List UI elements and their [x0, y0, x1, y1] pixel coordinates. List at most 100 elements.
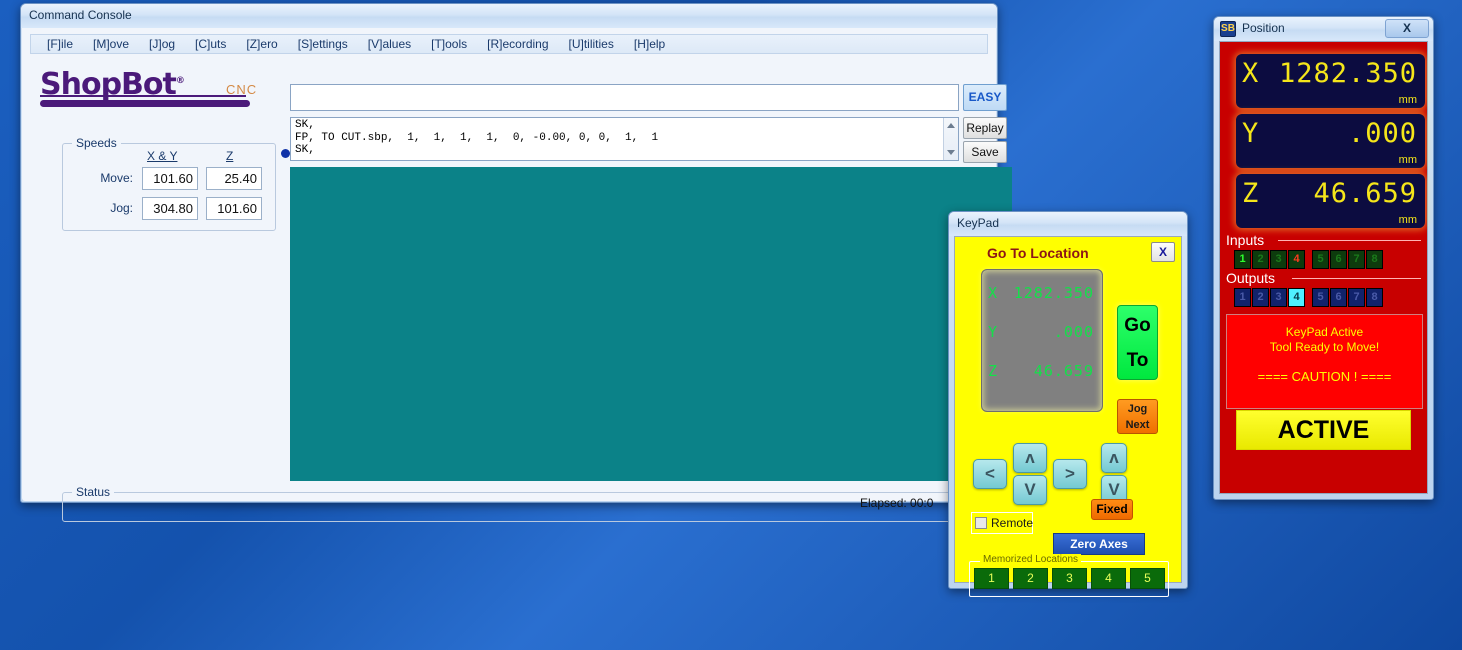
menu-item-settings[interactable]: [S]ettings	[288, 35, 358, 51]
command-console-window[interactable]: Command Console [F]ile [M]ove [J]og [C]uts[…	[20, 3, 1012, 522]
outputs-label: Outputs	[1226, 270, 1276, 286]
app-icon: SB	[1220, 21, 1236, 37]
lcd-value-y: .000	[1053, 323, 1094, 341]
dro-x-text: X 1282.350	[1242, 58, 1417, 92]
position-title: Position	[1242, 21, 1285, 35]
jog-right-button[interactable]: >	[1053, 459, 1087, 489]
input-cell-7: 7	[1348, 250, 1365, 269]
keypad-window[interactable]: KeyPad Go To Location X X 1282.350 Y .00…	[948, 211, 1188, 597]
record-indicator-icon	[281, 149, 290, 158]
menu-item-cuts[interactable]: [C]uts	[185, 35, 236, 51]
outputs-divider	[1292, 278, 1421, 279]
jog-next-button[interactable]: Jog Next	[1117, 399, 1158, 434]
menu-item-utilities[interactable]: [U]tilities	[559, 35, 624, 51]
keypad-body: Go To Location X X 1282.350 Y .000 Z 46.…	[954, 236, 1182, 597]
memorized-locations-group: Memorized Locations 1 2 3 4 5	[969, 554, 1169, 597]
menu-bar[interactable]: [F]ile [M]ove [J]og [C]uts [Z]ero [S]ettings[…	[30, 34, 988, 54]
logo-cnc-label: CNC	[226, 82, 258, 97]
save-button[interactable]: Save	[963, 141, 1007, 163]
jog-down-button[interactable]: V	[1013, 475, 1047, 505]
keypad-titlebar[interactable]: KeyPad	[949, 212, 1187, 236]
inputs-label: Inputs	[1226, 232, 1265, 248]
input-cell-5: 5	[1312, 250, 1329, 269]
caution-line-2: Tool Ready to Move!	[1269, 340, 1380, 354]
memorized-location-5[interactable]: 5	[1130, 568, 1165, 589]
input-cell-6: 6	[1330, 250, 1347, 269]
move-speed-xy-input[interactable]: 101.60	[142, 167, 198, 190]
jog-speed-xy-input[interactable]: 304.80	[142, 197, 198, 220]
easy-button[interactable]: EASY	[963, 84, 1007, 111]
dro-value-z: 46.659	[1313, 178, 1417, 209]
status-group: Status	[62, 485, 998, 522]
menu-item-tools[interactable]: [T]ools	[421, 35, 477, 51]
position-titlebar[interactable]: SB Position X	[1214, 17, 1433, 41]
menu-item-recording[interactable]: [R]ecording	[477, 35, 558, 51]
output-cell-8[interactable]: 8	[1366, 288, 1383, 307]
dro-unit-y: mm	[1398, 154, 1417, 166]
command-log[interactable]: SK, FP, TO CUT.sbp, 1, 1, 1, 1, 0, -0.00,…	[290, 117, 959, 161]
caution-panel: KeyPad Active Tool Ready to Move! ==== C…	[1226, 314, 1423, 409]
jog-z-up-button[interactable]: ʌ	[1101, 443, 1127, 473]
input-cell-2: 2	[1252, 250, 1269, 269]
scroll-down-icon[interactable]	[947, 150, 955, 155]
menu-item-jog[interactable]: [J]og	[139, 35, 185, 51]
position-body: X 1282.350 mm Y .000 mm Z 46.659 mm Inpu…	[1219, 41, 1428, 494]
menu-item-file[interactable]: [F]ile	[37, 35, 83, 51]
lcd-value-z: 46.659	[1033, 362, 1094, 380]
scroll-up-icon[interactable]	[947, 123, 955, 128]
speeds-row-label-jog: Jog:	[110, 201, 133, 215]
input-cell-8: 8	[1366, 250, 1383, 269]
dro-value-y: .000	[1347, 118, 1417, 149]
goto-location-heading: Go To Location	[987, 245, 1089, 261]
position-window[interactable]: SB Position X X 1282.350 mm Y .000 mm Z …	[1213, 16, 1434, 500]
zero-axes-button[interactable]: Zero Axes	[1053, 533, 1145, 555]
memorized-location-3[interactable]: 3	[1052, 568, 1087, 589]
jog-left-button[interactable]: <	[973, 459, 1007, 489]
jog-speed-z-input[interactable]: 101.60	[206, 197, 262, 220]
command-console-titlebar[interactable]: Command Console	[21, 4, 997, 28]
active-button[interactable]: ACTIVE	[1236, 410, 1411, 450]
output-cell-7[interactable]: 7	[1348, 288, 1365, 307]
dro-axis-label-y: Y	[1242, 118, 1260, 149]
keypad-close-button[interactable]: X	[1151, 242, 1175, 262]
lcd-row-y: Y .000	[988, 323, 1094, 343]
lcd-value-x: 1282.350	[1013, 284, 1094, 302]
inputs-divider	[1278, 240, 1421, 241]
menu-item-values[interactable]: [V]alues	[358, 35, 421, 51]
checkbox-icon[interactable]	[975, 517, 987, 529]
dro-axis-label-x: X	[1242, 58, 1260, 89]
output-cell-1[interactable]: 1	[1234, 288, 1251, 307]
memorized-location-1[interactable]: 1	[974, 568, 1009, 589]
menu-item-move[interactable]: [M]ove	[83, 35, 139, 51]
input-cell-4: 4	[1288, 250, 1305, 269]
command-input[interactable]	[290, 84, 959, 111]
toolpath-preview-area[interactable]	[290, 167, 1012, 481]
dro-axis-label-z: Z	[1242, 178, 1260, 209]
replay-button[interactable]: Replay	[963, 117, 1007, 139]
output-cell-5[interactable]: 5	[1312, 288, 1329, 307]
move-speed-z-input[interactable]: 25.40	[206, 167, 262, 190]
output-cell-2[interactable]: 2	[1252, 288, 1269, 307]
position-close-button[interactable]: X	[1385, 19, 1429, 38]
menu-item-help[interactable]: [H]elp	[624, 35, 675, 51]
logo-bar	[40, 100, 250, 107]
lcd-axis-label-z: Z	[988, 362, 999, 380]
memorized-location-2[interactable]: 2	[1013, 568, 1048, 589]
output-cell-4[interactable]: 4	[1288, 288, 1305, 307]
remote-label: Remote	[991, 516, 1034, 530]
input-cell-3: 3	[1270, 250, 1287, 269]
dro-unit-z: mm	[1398, 214, 1417, 226]
speeds-group: Speeds X & Y Z Move: 101.60 25.40 Jog: 3…	[62, 136, 276, 231]
fixed-mode-button[interactable]: Fixed	[1091, 499, 1133, 520]
memorized-locations-label: Memorized Locations	[980, 554, 1082, 565]
output-cell-3[interactable]: 3	[1270, 288, 1287, 307]
log-line: SK,	[295, 144, 315, 156]
menu-item-zero[interactable]: [Z]ero	[236, 35, 287, 51]
log-scrollbar[interactable]	[943, 118, 958, 160]
remote-checkbox[interactable]: Remote	[971, 512, 1033, 534]
jog-up-button[interactable]: ʌ	[1013, 443, 1047, 473]
output-cell-6[interactable]: 6	[1330, 288, 1347, 307]
lcd-axis-label-x: X	[988, 284, 999, 302]
go-to-button[interactable]: Go To	[1117, 305, 1158, 380]
memorized-location-4[interactable]: 4	[1091, 568, 1126, 589]
